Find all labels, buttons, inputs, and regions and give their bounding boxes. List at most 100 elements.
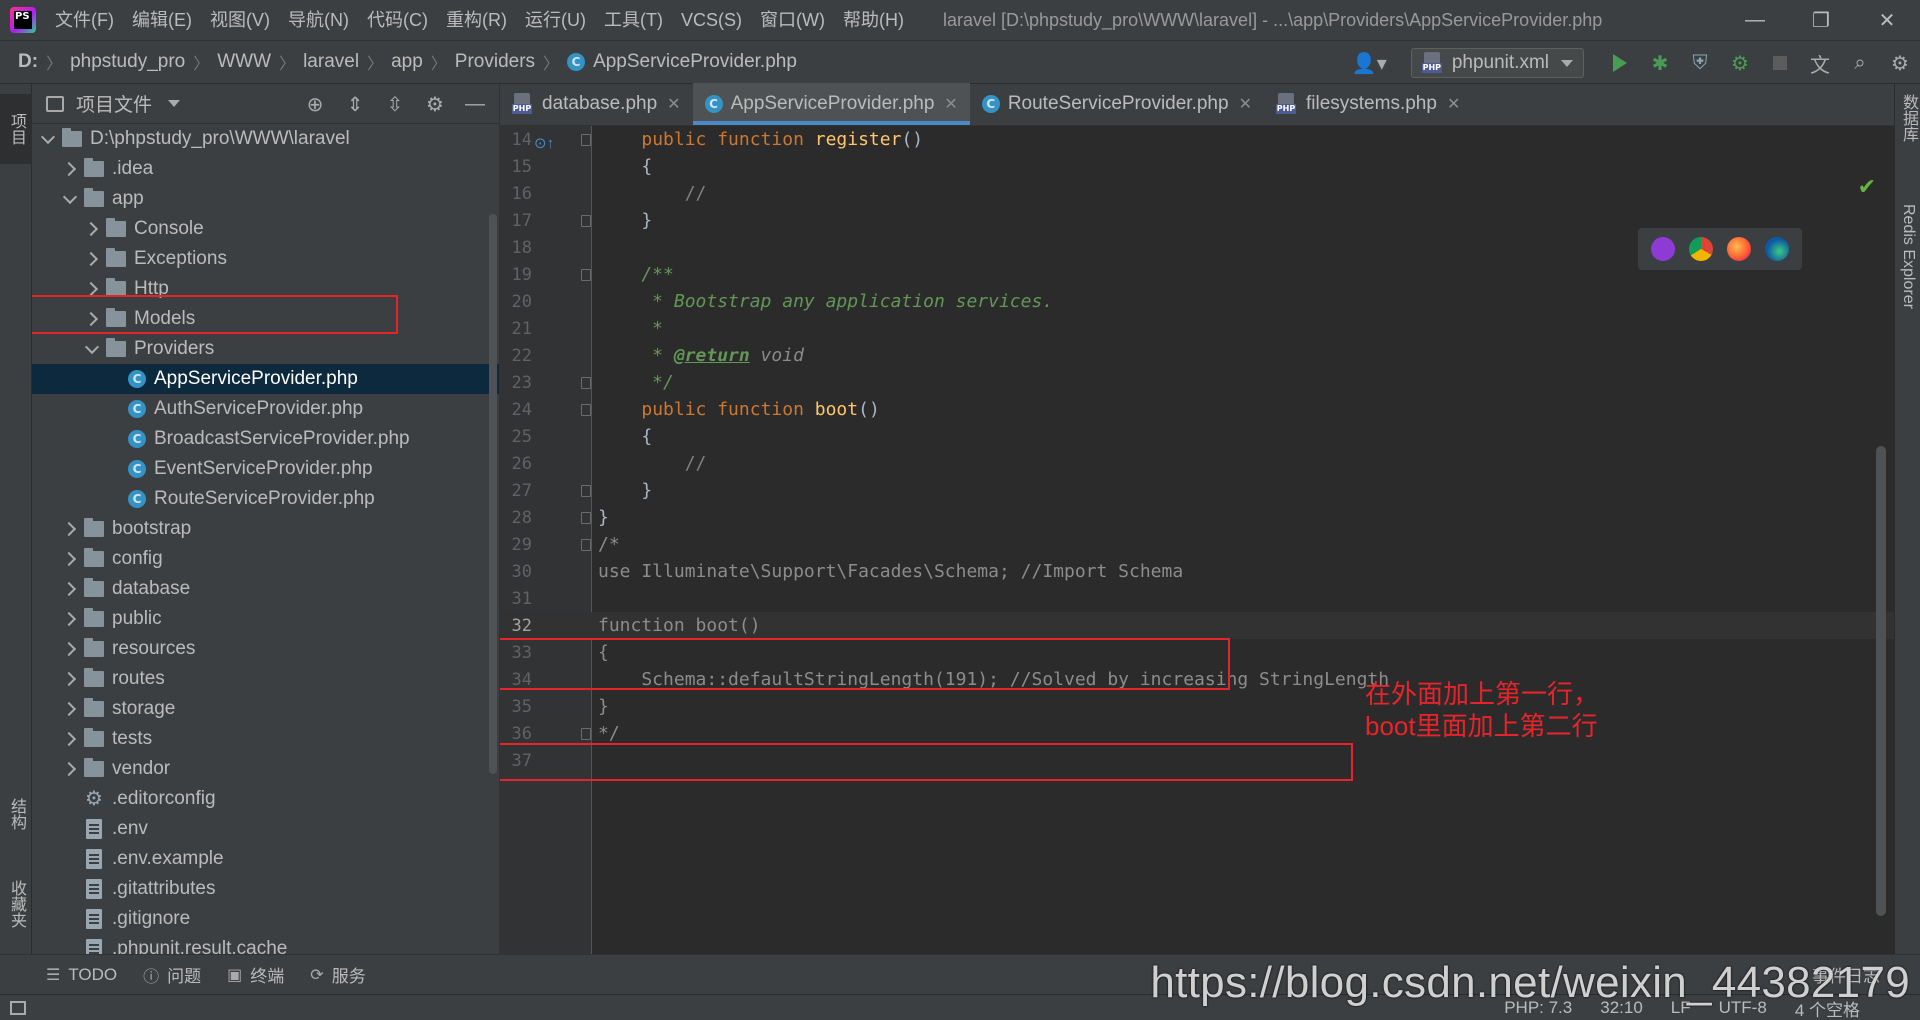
fold-icon[interactable] <box>581 269 591 281</box>
code-editor[interactable]: 14 public function register() 15 {16 //17… <box>500 126 1894 954</box>
fold-icon[interactable] <box>581 377 591 389</box>
debug-button[interactable]: ✱ <box>1640 41 1680 85</box>
breadcrumb-file[interactable]: AppServiceProvider.php <box>593 51 797 73</box>
breadcrumb-app[interactable]: app <box>391 51 423 73</box>
menu-item[interactable]: 代码(C) <box>358 0 437 40</box>
tab-terminal[interactable]: ▣ 终端 <box>227 962 284 987</box>
tree-file[interactable]: RouteServiceProvider.php <box>32 484 499 514</box>
menu-item[interactable]: 编辑(E) <box>123 0 201 40</box>
fold-icon[interactable] <box>581 404 591 416</box>
chevron-right-icon[interactable] <box>78 284 106 294</box>
tree-folder[interactable]: database <box>32 574 499 604</box>
chevron-right-icon[interactable] <box>78 314 106 324</box>
menu-item[interactable]: VCS(S) <box>672 0 751 40</box>
tree-folder[interactable]: Http <box>32 274 499 304</box>
edge-icon[interactable] <box>1765 237 1789 261</box>
collapse-all-icon[interactable]: ⇳ <box>375 92 415 117</box>
tab-redis-explorer[interactable]: Redis Explorer <box>1895 204 1920 344</box>
chevron-down-icon[interactable] <box>34 137 62 142</box>
fold-icon[interactable] <box>581 512 591 524</box>
tab-structure[interactable]: 结构 <box>0 774 32 854</box>
tab-problems[interactable]: ⓘ 问题 <box>143 962 201 987</box>
tab-favorites[interactable]: 收藏夹 <box>0 859 32 949</box>
chevron-right-icon[interactable] <box>56 674 84 684</box>
fold-icon[interactable] <box>581 485 591 497</box>
tab-database[interactable]: 数据库 <box>1895 94 1920 174</box>
menu-item[interactable]: 窗口(W) <box>751 0 834 40</box>
chevron-down-icon[interactable] <box>168 100 181 107</box>
tab-services[interactable]: ⟳ 服务 <box>310 962 365 987</box>
layout-icon[interactable] <box>10 1000 26 1015</box>
chevron-down-icon[interactable] <box>56 197 84 202</box>
breadcrumb-www[interactable]: WWW <box>217 51 271 73</box>
user-icon[interactable]: 👤▾ <box>1352 51 1387 76</box>
tree-folder[interactable]: bootstrap <box>32 514 499 544</box>
chevron-right-icon[interactable] <box>56 554 84 564</box>
chevron-right-icon[interactable] <box>56 584 84 594</box>
phpstorm-browser-icon[interactable] <box>1651 237 1675 261</box>
tree-file[interactable]: AuthServiceProvider.php <box>32 394 499 424</box>
breadcrumb-phpstudy[interactable]: phpstudy_pro <box>70 51 185 73</box>
chrome-icon[interactable] <box>1689 237 1713 261</box>
chevron-right-icon[interactable] <box>56 644 84 654</box>
minimize-button[interactable]: — <box>1722 0 1788 40</box>
tree-folder[interactable]: resources <box>32 634 499 664</box>
restore-button[interactable]: ❐ <box>1788 0 1854 40</box>
close-icon[interactable]: ✕ <box>1447 94 1460 114</box>
expand-all-icon[interactable]: ⇕ <box>335 92 375 117</box>
chevron-right-icon[interactable] <box>78 254 106 264</box>
coverage-button[interactable]: ⛨ <box>1680 41 1720 85</box>
close-icon[interactable]: ✕ <box>944 94 957 114</box>
tree-file[interactable]: .gitattributes <box>32 874 499 904</box>
tree-file[interactable]: .env.example <box>32 844 499 874</box>
tree-file[interactable]: BroadcastServiceProvider.php <box>32 424 499 454</box>
close-window-button[interactable]: ✕ <box>1854 0 1920 40</box>
tree-folder[interactable]: Providers <box>32 334 499 364</box>
tree-file[interactable]: EventServiceProvider.php <box>32 454 499 484</box>
tree-folder[interactable]: tests <box>32 724 499 754</box>
run-config-select[interactable]: PHP phpunit.xml <box>1410 48 1584 78</box>
tab-file[interactable]: PHP filesystems.php ✕ <box>1264 83 1472 125</box>
tab-file[interactable]: AppServiceProvider.php ✕ <box>692 83 971 125</box>
tree-folder[interactable]: Console <box>32 214 499 244</box>
fold-icon[interactable] <box>581 134 591 146</box>
chevron-right-icon[interactable] <box>56 614 84 624</box>
menu-item[interactable]: 文件(F) <box>46 0 123 40</box>
tree-folder[interactable]: public <box>32 604 499 634</box>
locate-icon[interactable]: ⊕ <box>295 92 335 117</box>
breadcrumb-drive[interactable]: D: <box>18 51 38 73</box>
tree-file[interactable]: AppServiceProvider.php <box>32 364 499 394</box>
firefox-icon[interactable] <box>1727 237 1751 261</box>
chevron-down-icon[interactable] <box>78 347 106 352</box>
settings-button[interactable]: ⚙ <box>1880 41 1920 85</box>
close-icon[interactable]: ✕ <box>667 94 680 114</box>
tree-folder[interactable]: .idea <box>32 154 499 184</box>
hide-icon[interactable]: — <box>455 93 495 116</box>
stop-button[interactable] <box>1760 41 1800 85</box>
menu-item[interactable]: 重构(R) <box>437 0 516 40</box>
override-marker-icon[interactable]: ⊙↑ <box>534 134 554 152</box>
tab-file[interactable]: RouteServiceProvider.php ✕ <box>970 83 1264 125</box>
tree-folder[interactable]: app <box>32 184 499 214</box>
close-icon[interactable]: ✕ <box>1239 94 1252 114</box>
tab-project[interactable]: 项目 <box>0 94 32 164</box>
breadcrumb-providers[interactable]: Providers <box>455 51 535 73</box>
tree-file[interactable]: .gitignore <box>32 904 499 934</box>
tree-folder[interactable]: Exceptions <box>32 244 499 274</box>
scrollbar[interactable] <box>489 214 497 774</box>
tree-folder[interactable]: vendor <box>32 754 499 784</box>
tree-file[interactable]: ⚙ .editorconfig <box>32 784 499 814</box>
tree-folder[interactable]: storage <box>32 694 499 724</box>
fold-icon[interactable] <box>581 539 591 551</box>
chevron-right-icon[interactable] <box>56 734 84 744</box>
menu-item[interactable]: 帮助(H) <box>834 0 913 40</box>
chevron-right-icon[interactable] <box>56 164 84 174</box>
menu-item[interactable]: 运行(U) <box>516 0 595 40</box>
tree-file[interactable]: .phpunit.result.cache <box>32 934 499 954</box>
chevron-right-icon[interactable] <box>78 224 106 234</box>
chevron-right-icon[interactable] <box>56 704 84 714</box>
menu-item[interactable]: 导航(N) <box>279 0 358 40</box>
tree-file[interactable]: .env <box>32 814 499 844</box>
fold-icon[interactable] <box>581 728 591 740</box>
fold-icon[interactable] <box>581 215 591 227</box>
